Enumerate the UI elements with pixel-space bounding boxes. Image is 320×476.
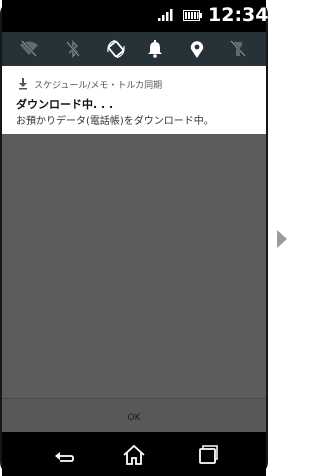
- next-arrow-icon[interactable]: [276, 229, 288, 249]
- signal-icon: [158, 9, 173, 21]
- notification-body: お預かりデータ(電話帳)をダウンロード中。: [16, 116, 214, 127]
- battery-icon: [183, 10, 202, 21]
- download-icon: [19, 78, 27, 90]
- quick-settings-bar: [2, 32, 266, 66]
- bell-icon[interactable]: [145, 39, 165, 59]
- back-icon[interactable]: [52, 444, 76, 466]
- home-icon[interactable]: [122, 444, 146, 466]
- screen: 12:34 スケジュール/メモ・トルカ同期 ダウンロード中. . . お預かりデ…: [2, 0, 269, 476]
- bluetooth-off-icon[interactable]: [63, 39, 83, 59]
- dialog-button-bar: OK: [2, 398, 266, 433]
- download-notification[interactable]: スケジュール/メモ・トルカ同期 ダウンロード中. . . お預かりデータ(電話帳…: [2, 66, 266, 134]
- notification-app-name: スケジュール/メモ・トルカ同期: [34, 81, 163, 91]
- recents-icon[interactable]: [196, 444, 220, 466]
- notification-title: ダウンロード中. . .: [16, 98, 114, 111]
- status-time: 12:34: [208, 4, 269, 26]
- ok-button[interactable]: OK: [2, 399, 266, 433]
- auto-rotate-icon[interactable]: [106, 39, 126, 59]
- navigation-bar: [2, 432, 266, 476]
- wifi-off-icon[interactable]: [19, 39, 39, 59]
- status-bar: 12:34: [2, 0, 269, 32]
- flashlight-off-icon[interactable]: [228, 39, 248, 59]
- phone-frame: 12:34 スケジュール/メモ・トルカ同期 ダウンロード中. . . お預かりデ…: [0, 0, 268, 476]
- location-icon[interactable]: [187, 39, 207, 59]
